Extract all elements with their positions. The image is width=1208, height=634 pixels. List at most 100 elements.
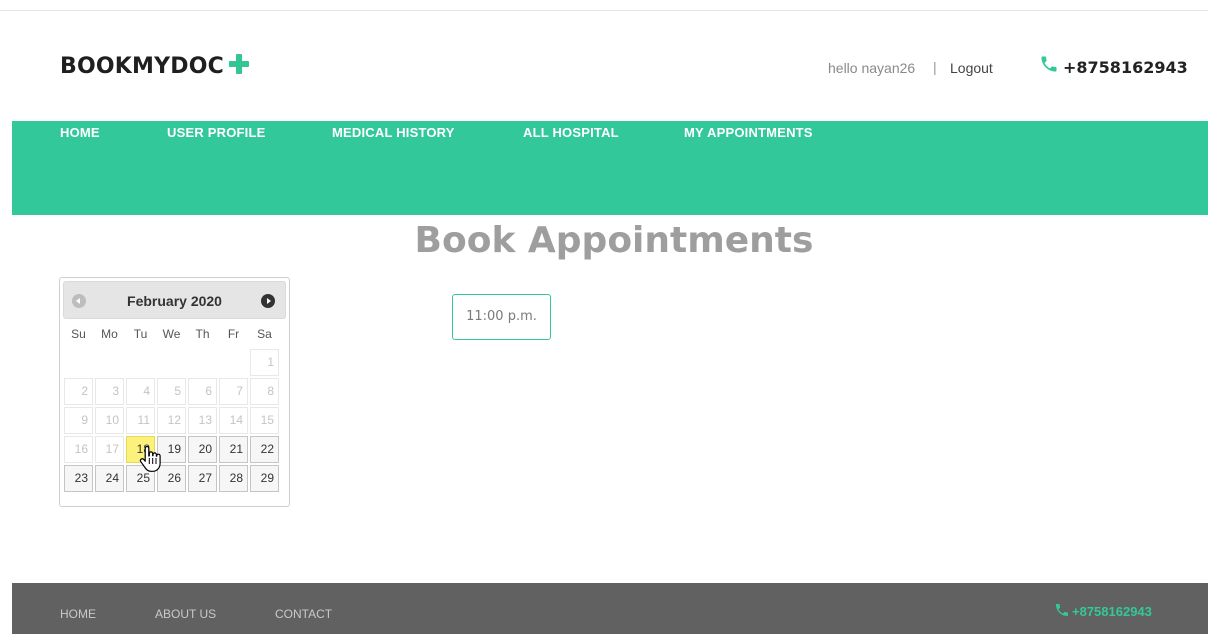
datepicker-empty-label: [126, 349, 155, 376]
datepicker-day-27[interactable]: 27: [187, 464, 218, 493]
datepicker-day-23[interactable]: 23: [63, 464, 94, 493]
phone-icon: [1041, 56, 1057, 72]
datepicker-day-17: 17: [94, 435, 125, 464]
datepicker-empty-cell: [94, 348, 125, 377]
footer-link-about-us[interactable]: ABOUT US: [155, 607, 216, 621]
datepicker-day-10: 10: [94, 406, 125, 435]
hand-pointer-icon: [139, 445, 161, 472]
datepicker-day-label: 28: [219, 465, 248, 492]
weekday-label: Th: [195, 327, 210, 341]
weekday-header-row: Su Mo Tu We Th Fr Sa: [63, 327, 286, 341]
datepicker-day-label: 22: [250, 436, 279, 463]
weekday-label: Su: [71, 327, 86, 341]
datepicker-day-20[interactable]: 20: [187, 435, 218, 464]
weekday-label: Sa: [257, 327, 272, 341]
nav-home[interactable]: HOME: [60, 125, 100, 140]
next-month-icon[interactable]: [261, 294, 275, 308]
datepicker-week-row: 16 17 18 19 20 21 22: [63, 435, 286, 464]
top-divider: [0, 10, 1208, 11]
datepicker-empty-cell: [187, 348, 218, 377]
datepicker-grid: 1 2 3 4 5 6 7 8 9 10 11 12 13 14 15 16 17 18 19 20 21 22 23 24 2…: [63, 348, 286, 493]
datepicker-day-label: 8: [250, 378, 279, 405]
datepicker-day-label: 9: [64, 407, 93, 434]
datepicker-empty-cell: [125, 348, 156, 377]
datepicker-day-label: 29: [250, 465, 279, 492]
weekday-label: Tu: [133, 327, 148, 341]
time-slot-button[interactable]: 11:00 p.m.: [452, 294, 551, 340]
datepicker-day-22[interactable]: 22: [249, 435, 280, 464]
footer-link-contact[interactable]: CONTACT: [275, 607, 332, 621]
datepicker-day-label: 12: [157, 407, 186, 434]
datepicker-day-label: 16: [64, 436, 93, 463]
footer-phone-number: +8758162943: [1072, 604, 1152, 619]
datepicker-empty-cell: [156, 348, 187, 377]
footer-link-home[interactable]: HOME: [60, 607, 96, 621]
datepicker-empty-cell: [63, 348, 94, 377]
datepicker-day-9: 9: [63, 406, 94, 435]
datepicker-day-12: 12: [156, 406, 187, 435]
datepicker-day-8: 8: [249, 377, 280, 406]
main-navigation: HOME USER PROFILE MEDICAL HISTORY ALL HO…: [12, 121, 1208, 215]
datepicker-day-15: 15: [249, 406, 280, 435]
datepicker-day-2: 2: [63, 377, 94, 406]
nav-medical-history[interactable]: MEDICAL HISTORY: [332, 125, 455, 140]
datepicker-day-label: 15: [250, 407, 279, 434]
datepicker-day-24[interactable]: 24: [94, 464, 125, 493]
datepicker-day-label: 4: [126, 378, 155, 405]
datepicker-day-label: 10: [95, 407, 124, 434]
datepicker-day-1: 1: [249, 348, 280, 377]
datepicker-day-label: 23: [64, 465, 93, 492]
weekday-label: Mo: [101, 327, 118, 341]
datepicker-day-label: 14: [219, 407, 248, 434]
user-greeting: hello nayan26: [828, 60, 916, 76]
datepicker-week-row: 23 24 25 26 27 28 29: [63, 464, 286, 493]
weekday-label: We: [162, 327, 181, 341]
datepicker-day-label: 3: [95, 378, 124, 405]
page-title: Book Appointments: [414, 220, 814, 261]
nav-all-hospital[interactable]: ALL HOSPITAL: [523, 125, 619, 140]
logout-link[interactable]: Logout: [950, 60, 993, 76]
datepicker-day-29[interactable]: 29: [249, 464, 280, 493]
datepicker-day-label: 2: [64, 378, 93, 405]
datepicker-day-11: 11: [125, 406, 156, 435]
footer: HOME ABOUT US CONTACT +8758162943: [12, 583, 1208, 634]
datepicker-day-28[interactable]: 28: [218, 464, 249, 493]
datepicker-day-label: 11: [126, 407, 155, 434]
datepicker-week-row: 1: [63, 348, 286, 377]
header-phone-number: +8758162943: [1063, 58, 1188, 77]
nav-user-profile[interactable]: USER PROFILE: [167, 125, 265, 140]
datepicker-day-6: 6: [187, 377, 218, 406]
datepicker-empty-label: [95, 349, 124, 376]
datepicker-day-label: 6: [188, 378, 217, 405]
datepicker-day-label: 20: [188, 436, 217, 463]
datepicker-empty-label: [157, 349, 186, 376]
datepicker-day-4: 4: [125, 377, 156, 406]
datepicker-day-21[interactable]: 21: [218, 435, 249, 464]
datepicker-day-label: 1: [250, 349, 279, 376]
datepicker: February 2020 Su Mo Tu We Th Fr Sa 1 2 3 4 5 6 7 8 9 10…: [59, 277, 290, 507]
weekday-label: Fr: [227, 327, 240, 341]
footer-phone-icon: [1056, 604, 1068, 616]
datepicker-day-16: 16: [63, 435, 94, 464]
datepicker-day-5: 5: [156, 377, 187, 406]
datepicker-day-14: 14: [218, 406, 249, 435]
datepicker-empty-label: [219, 349, 248, 376]
datepicker-header: February 2020: [63, 281, 286, 319]
datepicker-day-label: 24: [95, 465, 124, 492]
datepicker-empty-label: [188, 349, 217, 376]
datepicker-day-label: 5: [157, 378, 186, 405]
datepicker-day-label: 27: [188, 465, 217, 492]
nav-my-appointments[interactable]: MY APPOINTMENTS: [684, 125, 813, 140]
datepicker-empty-cell: [218, 348, 249, 377]
datepicker-day-7: 7: [218, 377, 249, 406]
datepicker-day-3: 3: [94, 377, 125, 406]
header-separator: |: [933, 59, 937, 75]
logo-text[interactable]: BOOKMYDOC: [60, 54, 224, 79]
plus-icon: [229, 54, 249, 74]
datepicker-day-label: 13: [188, 407, 217, 434]
datepicker-day-label: 21: [219, 436, 248, 463]
datepicker-empty-label: [64, 349, 93, 376]
datepicker-day-label: 7: [219, 378, 248, 405]
datepicker-month-title: February 2020: [127, 293, 222, 309]
datepicker-day-13: 13: [187, 406, 218, 435]
